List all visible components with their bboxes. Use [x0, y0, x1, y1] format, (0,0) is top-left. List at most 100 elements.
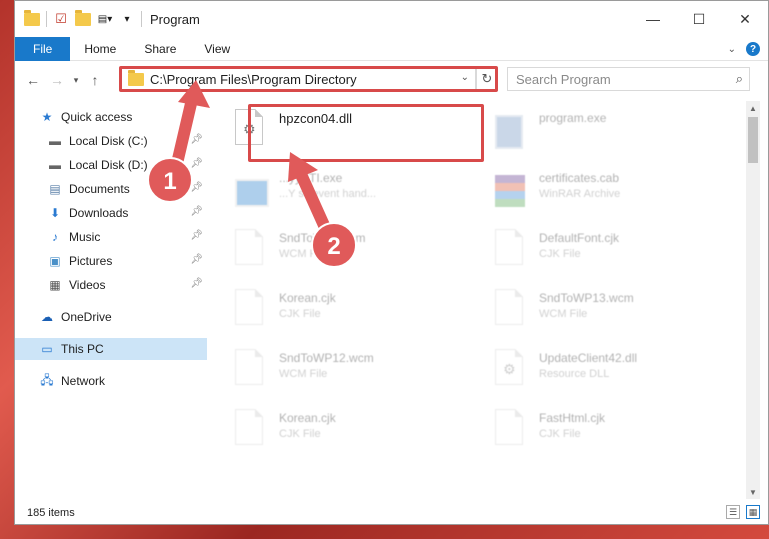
sidebar-item-this-pc[interactable]: ▭ This PC [15, 338, 207, 360]
address-path: C:\Program Files\Program Directory [150, 71, 357, 87]
file-name: SndToWP12.wcm [279, 351, 374, 365]
file-name: DefaultFont.cjk [539, 231, 620, 245]
recent-locations-dropdown[interactable]: ▾ [69, 68, 83, 92]
pin-icon[interactable]: 📌︎ [190, 206, 203, 217]
up-button[interactable]: ↑ [83, 68, 107, 92]
quick-access-toolbar: ☑ ▤▾ ▾ [15, 9, 142, 27]
window-controls: — ☐ ✕ [630, 1, 768, 37]
new-folder-icon[interactable] [75, 9, 91, 27]
sidebar-item-videos[interactable]: ▦ Videos 📌︎ [15, 274, 207, 296]
file-type: CJK File [539, 428, 581, 440]
file-icon [495, 229, 529, 269]
file-item-korean-cjk[interactable]: Korean.cjk CJK File [235, 285, 475, 341]
sidebar-item-label: This PC [61, 342, 104, 356]
sidebar-item-pictures[interactable]: ▣ Pictures 📌︎ [15, 250, 207, 272]
file-explorer-window: ☑ ▤▾ ▾ Program — ☐ ✕ File Home Share Vie… [14, 0, 769, 525]
refresh-button[interactable]: ↻ [476, 67, 498, 91]
sidebar-item-onedrive[interactable]: ☁ OneDrive [15, 306, 207, 328]
tiles-view-icon[interactable]: ▦ [746, 505, 760, 519]
sidebar-item-documents[interactable]: ▤ Documents 📌︎ [15, 178, 207, 200]
expand-ribbon-icon[interactable]: ⌄ [728, 44, 736, 55]
pictures-icon: ▣ [49, 254, 61, 268]
pin-icon[interactable]: 📌︎ [190, 182, 203, 193]
folder-icon [128, 69, 144, 86]
file-item-hpzcon04[interactable]: ⚙ hpzcon04.dll [235, 105, 475, 161]
scroll-down-icon[interactable]: ▼ [746, 485, 760, 499]
details-view-icon[interactable]: ☰ [726, 505, 740, 519]
file-type: ...Y sti event hand... [279, 188, 377, 200]
file-type: WCM File [279, 248, 328, 260]
window-title: Program [150, 11, 200, 27]
file-item-sndtowp12-wcm[interactable]: SndToWP12.wcm WCM File [235, 345, 475, 401]
minimize-button[interactable]: — [630, 1, 676, 37]
vertical-scrollbar[interactable]: ▲ ▼ [746, 101, 760, 499]
file-icon [235, 409, 269, 449]
pin-icon[interactable]: 📌︎ [190, 230, 203, 241]
cloud-icon: ☁ [41, 310, 53, 324]
navigation-bar: ← → ▾ ↑ C:\Program Files\Program Directo… [15, 63, 768, 97]
scroll-up-icon[interactable]: ▲ [746, 101, 760, 115]
file-icon [235, 289, 269, 329]
file-type: WinRAR Archive [539, 188, 621, 200]
file-item-sndtowp-wcm[interactable]: SndToWP...wcm WCM File [235, 225, 475, 281]
customize-toolbar-icon[interactable]: ▤▾ [97, 11, 113, 27]
scroll-thumb[interactable] [748, 117, 758, 163]
file-name: SndToWP13.wcm [539, 291, 634, 305]
sidebar-item-label: Pictures [69, 254, 113, 268]
file-item-korean-cjk-2[interactable]: Korean.cjk CJK File [235, 405, 475, 461]
file-name: certificates.cab [539, 171, 620, 185]
file-item-program-exe[interactable]: program.exe [495, 105, 735, 161]
network-icon: 🖧︎ [40, 372, 54, 387]
maximize-button[interactable]: ☐ [676, 1, 722, 37]
music-icon: ♪ [52, 230, 58, 244]
address-bar[interactable]: C:\Program Files\Program Directory ⌄ [121, 67, 476, 91]
pin-icon[interactable]: 📌︎ [190, 158, 203, 169]
file-icon [235, 229, 269, 269]
properties-icon[interactable]: ☑ [53, 11, 69, 27]
back-button[interactable]: ← [21, 68, 45, 92]
search-icon[interactable]: ⌕ [736, 71, 743, 87]
documents-icon: ▤ [49, 182, 61, 196]
file-name: Korean.cjk [279, 411, 336, 425]
star-icon: ★ [41, 110, 53, 124]
sidebar-item-label: Documents [69, 182, 130, 196]
file-item-fasthtml-cjk[interactable]: FastHtml.cjk CJK File [495, 405, 735, 461]
sidebar-item-network[interactable]: 🖧︎ Network [15, 370, 207, 392]
sidebar-item-label: Local Disk (D:) [69, 158, 148, 172]
sidebar-item-local-disk-d[interactable]: ▬ Local Disk (D:) 📌︎ [15, 154, 207, 176]
file-item-certificates-cab[interactable]: certificates.cab WinRAR Archive [495, 165, 735, 221]
toolbar-dropdown-icon[interactable]: ▾ [119, 11, 135, 27]
file-item-sndtowp13-wcm[interactable]: SndToWP13.wcm WCM File [495, 285, 735, 341]
tab-share[interactable]: Share [130, 37, 190, 61]
dll-icon: ⚙ [235, 109, 269, 149]
tab-view[interactable]: View [190, 37, 244, 61]
close-button[interactable]: ✕ [722, 1, 768, 37]
file-name: SndToWP...wcm [279, 231, 366, 245]
file-name: FastHtml.cjk [539, 411, 605, 425]
sidebar-item-music[interactable]: ♪ Music 📌︎ [15, 226, 207, 248]
file-list: ⚙ hpzcon04.dll program.exe ...yySTI.exe … [235, 101, 740, 501]
pin-icon[interactable]: 📌︎ [190, 134, 203, 145]
sidebar-item-label: Local Disk (C:) [69, 134, 148, 148]
sidebar-item-downloads[interactable]: ⬇ Downloads 📌︎ [15, 202, 207, 224]
ribbon-tabs: File Home Share View ⌄ ? [15, 36, 768, 61]
sidebar-item-quick-access[interactable]: ★ Quick access [15, 106, 207, 128]
file-item-defaultfont-cjk[interactable]: DefaultFont.cjk CJK File [495, 225, 735, 281]
download-icon: ⬇ [49, 206, 61, 220]
tab-file[interactable]: File [15, 36, 71, 61]
chevron-down-icon[interactable]: ⌄ [461, 72, 469, 83]
file-name: UpdateClient42.dll [539, 351, 638, 365]
file-item-updateclient42-dll[interactable]: ⚙ UpdateClient42.dll Resource DLL [495, 345, 735, 401]
file-item-sti-exe[interactable]: ...yySTI.exe ...Y sti event hand... [235, 165, 475, 221]
sidebar-item-local-disk-c[interactable]: ▬ Local Disk (C:) 📌︎ [15, 130, 207, 152]
folder-icon [24, 9, 40, 27]
sidebar-item-label: Music [69, 230, 101, 244]
ribbon-right-controls: ⌄ ? [728, 37, 760, 61]
forward-button[interactable]: → [45, 68, 69, 92]
pin-icon[interactable]: 📌︎ [190, 254, 203, 265]
tab-home[interactable]: Home [70, 37, 130, 61]
help-icon[interactable]: ? [746, 42, 760, 56]
search-input[interactable] [516, 71, 726, 87]
sidebar-item-label: Quick access [61, 110, 133, 124]
pin-icon[interactable]: 📌︎ [190, 278, 203, 289]
